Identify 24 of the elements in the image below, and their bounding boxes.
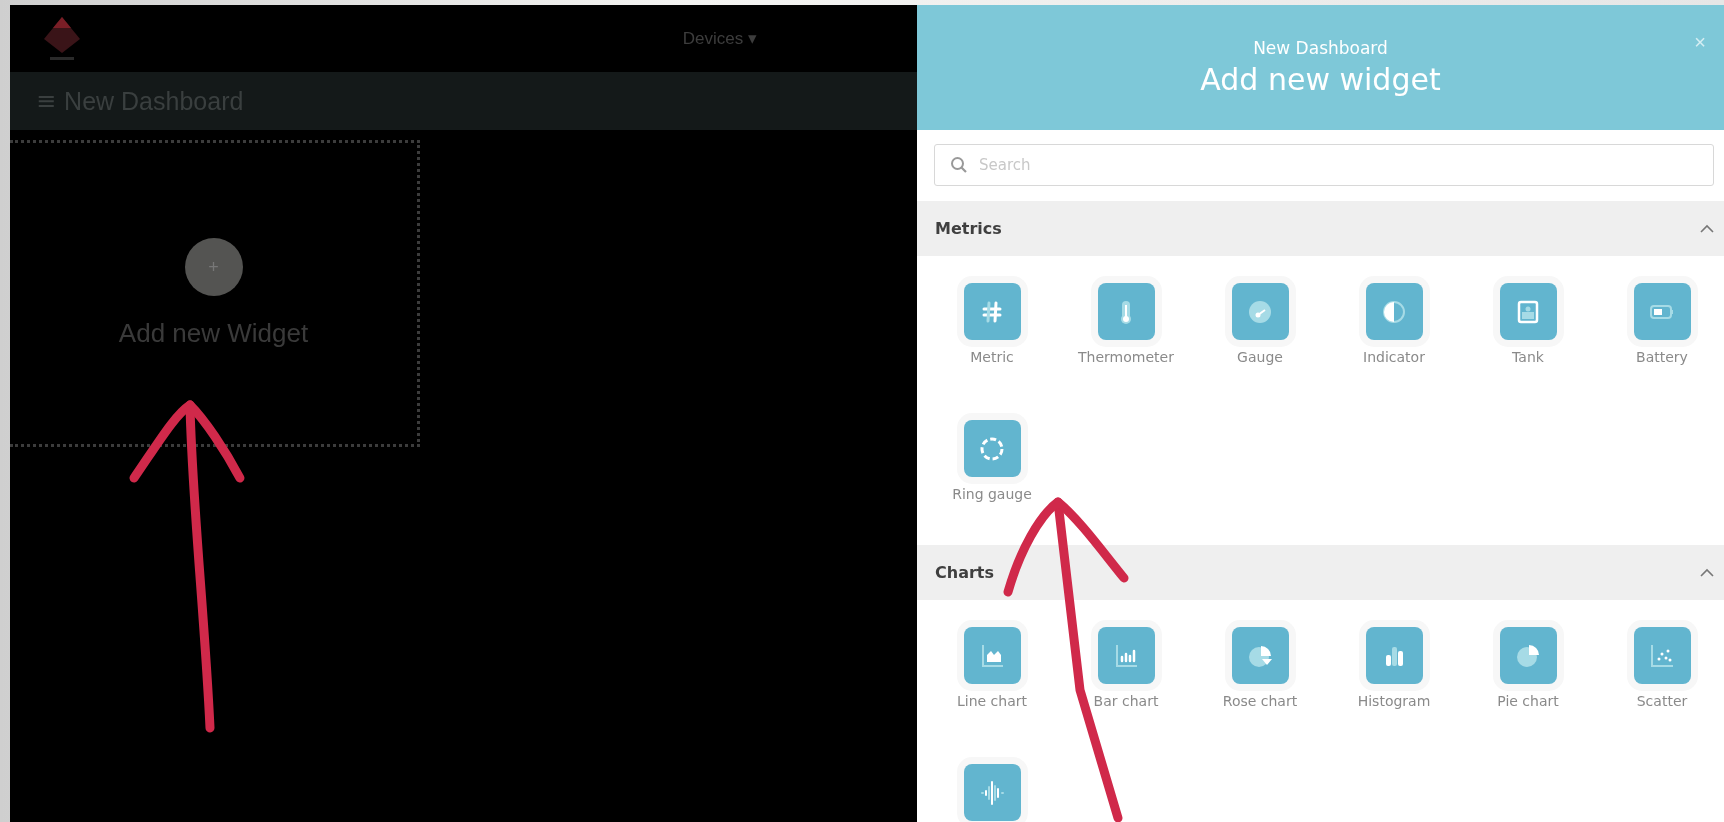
- widget-option[interactable]: Tank: [1461, 283, 1595, 400]
- section-header[interactable]: Metrics: [917, 201, 1724, 256]
- plus-icon: +: [184, 238, 243, 296]
- widget-option[interactable]: Metric: [925, 283, 1059, 400]
- devices-menu[interactable]: Devices ▾: [682, 28, 757, 49]
- widget-option[interactable]: Ring gauge: [925, 420, 1059, 537]
- chevron-up-icon: [1700, 224, 1714, 233]
- widget-option[interactable]: Gauge: [1193, 283, 1327, 400]
- widget-option[interactable]: Thermometer: [1059, 283, 1193, 400]
- add-widget-card[interactable]: + Add new Widget: [10, 140, 420, 447]
- widget-option[interactable]: Rose chart: [1193, 627, 1327, 744]
- widget-option[interactable]: Line chart: [925, 627, 1059, 744]
- add-widget-label: Add new Widget: [118, 318, 309, 349]
- section-header[interactable]: Charts: [917, 545, 1724, 600]
- widget-option[interactable]: Battery: [1595, 283, 1724, 400]
- panel-subtitle: New Dashboard: [1253, 38, 1388, 58]
- search-icon: [950, 156, 968, 174]
- widget-option[interactable]: Indicator: [1327, 283, 1461, 400]
- widget-option[interactable]: Pie chart: [1461, 627, 1595, 744]
- chevron-up-icon: [1700, 568, 1714, 577]
- widget-option[interactable]: Scatter: [1595, 627, 1724, 744]
- widget-option[interactable]: Histogram: [1327, 627, 1461, 744]
- panel-title: Add new widget: [1200, 62, 1441, 97]
- widget-option[interactable]: Bar chart: [1059, 627, 1193, 744]
